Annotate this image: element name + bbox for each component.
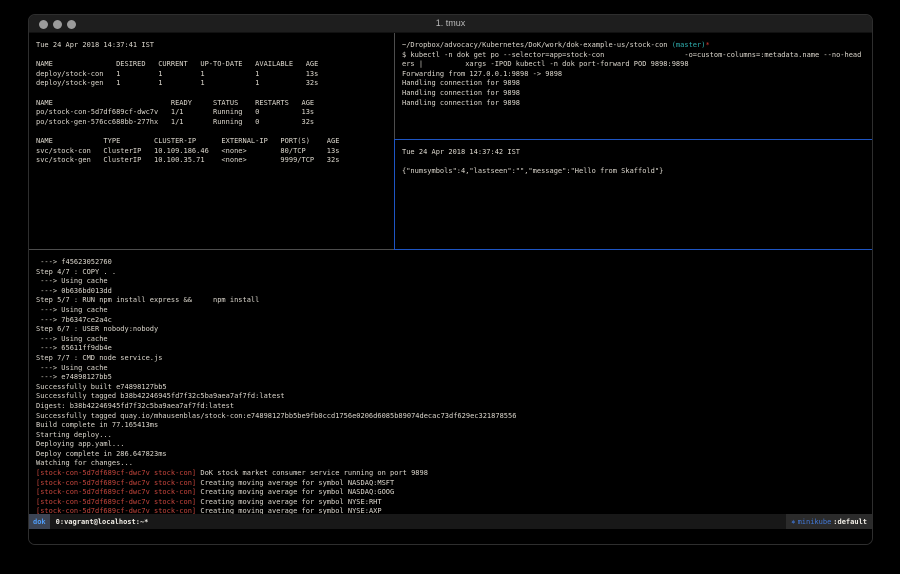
- terminal-line: Step 6/7 : USER nobody:nobody: [36, 325, 872, 335]
- pane-curl-output-active[interactable]: Tue 24 Apr 2018 14:37:42 IST {"numsymbol…: [395, 140, 872, 249]
- terminal-line: ---> 65611ff9db4e: [36, 344, 872, 354]
- terminal-line: $ kubectl -n dok get po --selector=app=s…: [402, 51, 872, 61]
- terminal-line: Successfully tagged quay.io/mhausenblas/…: [36, 412, 872, 422]
- terminal-line: Handling connection for 9898: [402, 79, 872, 89]
- terminal-line: Step 4/7 : COPY . .: [36, 268, 872, 278]
- terminal-line: ---> e74898127bb5: [36, 373, 872, 383]
- terminal-line: Deploy complete in 286.647823ms: [36, 450, 872, 460]
- terminal-line: Step 5/7 : RUN npm install express && np…: [36, 296, 872, 306]
- terminal-line: Watching for changes...: [36, 459, 872, 469]
- terminal-window: 1. tmux Tue 24 Apr 2018 14:37:41 IST NAM…: [28, 14, 873, 545]
- terminal-line: Tue 24 Apr 2018 14:37:42 IST: [402, 148, 872, 158]
- tmux-session: Tue 24 Apr 2018 14:37:41 IST NAME DESIRE…: [29, 33, 872, 514]
- terminal-line: ---> Using cache: [36, 335, 872, 345]
- kube-namespace: :default: [833, 518, 867, 526]
- terminal-line: Step 7/7 : CMD node service.js: [36, 354, 872, 364]
- terminal-line: Deploying app.yaml...: [36, 440, 872, 450]
- status-right: ⎈ minikube:default: [786, 514, 872, 529]
- terminal-line: [stock-con-5d7df689cf-dwc7v stock-con] C…: [36, 479, 872, 489]
- terminal-line: {"numsymbols":4,"lastseen":"","message":…: [402, 167, 872, 177]
- window-list-item[interactable]: 0:vagrant@localhost:~*: [56, 518, 149, 526]
- terminal-line: Handling connection for 9898: [402, 89, 872, 99]
- terminal-line: [36, 89, 394, 99]
- terminal-line: ---> Using cache: [36, 277, 872, 287]
- pane-port-forward[interactable]: ~/Dropbox/advocacy/Kubernetes/DoK/work/d…: [395, 33, 872, 139]
- window-title: 1. tmux: [29, 18, 872, 28]
- terminal-line: deploy/stock-con 1 1 1 1 13s: [36, 70, 394, 80]
- terminal-line: [36, 127, 394, 137]
- terminal-line: Digest: b38b42246945fd7f32c5ba9aea7af7fd…: [36, 402, 872, 412]
- terminal-line: Handling connection for 9898: [402, 99, 872, 109]
- pane-skaffold-log[interactable]: ---> f45623052760Step 4/7 : COPY . . ---…: [29, 250, 872, 514]
- terminal-line: Successfully tagged b38b42246945fd7f32c5…: [36, 392, 872, 402]
- terminal-line: [402, 158, 872, 168]
- kubernetes-helm-icon: ⎈: [791, 518, 795, 526]
- pane-kubectl-watch[interactable]: Tue 24 Apr 2018 14:37:41 IST NAME DESIRE…: [29, 33, 394, 249]
- terminal-line: ---> f45623052760: [36, 258, 872, 268]
- terminal-line: NAME READY STATUS RESTARTS AGE: [36, 99, 394, 109]
- terminal-line: Build complete in 77.165413ms: [36, 421, 872, 431]
- terminal-line: ---> 7b6347ce2a4c: [36, 316, 872, 326]
- terminal-line: ---> 0b636bd013dd: [36, 287, 872, 297]
- pane-divider-horizontal[interactable]: [29, 249, 394, 250]
- active-pane-border-left[interactable]: [394, 139, 395, 250]
- window-footer: [29, 529, 872, 545]
- title-bar: 1. tmux: [29, 15, 872, 33]
- terminal-line: svc/stock-con ClusterIP 10.109.186.46 <n…: [36, 147, 394, 157]
- active-pane-border-bottom[interactable]: [394, 249, 872, 250]
- terminal-line: Starting deploy...: [36, 431, 872, 441]
- terminal-line: po/stock-gen-576cc688bb-277hx 1/1 Runnin…: [36, 118, 394, 128]
- terminal-line: Tue 24 Apr 2018 14:37:41 IST: [36, 41, 394, 51]
- terminal-line: ers | xargs -IPOD kubectl -n dok port-fo…: [402, 60, 872, 70]
- terminal-line: ---> Using cache: [36, 306, 872, 316]
- terminal-line: [stock-con-5d7df689cf-dwc7v stock-con] C…: [36, 498, 872, 508]
- terminal-line: Forwarding from 127.0.0.1:9898 -> 9898: [402, 70, 872, 80]
- terminal-line: NAME DESIRED CURRENT UP-TO-DATE AVAILABL…: [36, 60, 394, 70]
- pane-divider-vertical[interactable]: [394, 33, 395, 139]
- terminal-line: po/stock-con-5d7df689cf-dwc7v 1/1 Runnin…: [36, 108, 394, 118]
- terminal-line: ~/Dropbox/advocacy/Kubernetes/DoK/work/d…: [402, 41, 872, 51]
- tmux-status-bar: dok 0:vagrant@localhost:~* ⎈ minikube:de…: [29, 514, 872, 529]
- terminal-line: [36, 51, 394, 61]
- terminal-line: svc/stock-gen ClusterIP 10.100.35.71 <no…: [36, 156, 394, 166]
- terminal-line: [stock-con-5d7df689cf-dwc7v stock-con] D…: [36, 469, 872, 479]
- terminal-line: deploy/stock-gen 1 1 1 1 32s: [36, 79, 394, 89]
- terminal-line: Successfully built e74898127bb5: [36, 383, 872, 393]
- terminal-line: NAME TYPE CLUSTER-IP EXTERNAL-IP PORT(S)…: [36, 137, 394, 147]
- kube-context: minikube: [798, 518, 832, 526]
- terminal-line: ---> Using cache: [36, 364, 872, 374]
- active-pane-border-top[interactable]: [395, 139, 872, 140]
- session-name: dok: [29, 514, 50, 529]
- terminal-line: [stock-con-5d7df689cf-dwc7v stock-con] C…: [36, 488, 872, 498]
